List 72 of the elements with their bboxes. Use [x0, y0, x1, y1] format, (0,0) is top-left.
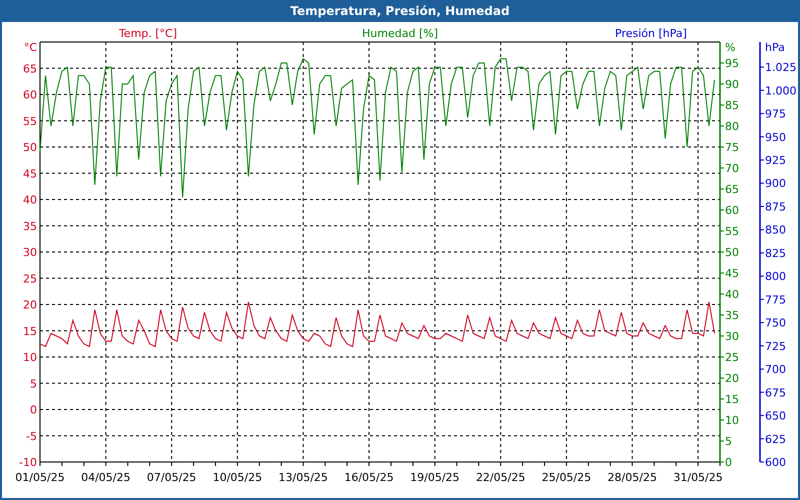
axis-label: 975	[765, 108, 786, 121]
axis-label: 1.000	[765, 84, 796, 98]
axis-label: 925	[765, 154, 786, 167]
axis-label: 75	[725, 141, 739, 154]
axis-label: 0	[725, 456, 732, 469]
axis-label: 600	[765, 456, 786, 469]
axis-label: 5	[30, 377, 37, 390]
axis-label: -5	[26, 430, 37, 443]
axis-title: Humedad [%]	[362, 27, 438, 40]
axis-label: 50	[725, 246, 739, 259]
axis-label: 55	[23, 114, 37, 128]
axis-label: 13/05/25	[278, 471, 328, 484]
axis-label: 16/05/25	[344, 471, 394, 484]
axis-label: 5	[725, 435, 732, 448]
axis-label: 35	[725, 309, 739, 322]
axis-label: -10	[19, 456, 37, 469]
axis-unit: %	[725, 41, 736, 54]
axis-label: 04/05/25	[81, 471, 130, 484]
axis-label: 80	[725, 120, 739, 133]
axis-label: 10/05/25	[212, 471, 262, 484]
window-title: Temperatura, Presión, Humedad	[2, 0, 798, 22]
axis-label: 90	[725, 78, 739, 91]
axis-label: 950	[765, 130, 786, 144]
axis-label: 65	[725, 183, 739, 196]
axis-label: 60	[725, 204, 739, 217]
axis-label: 55	[725, 225, 739, 238]
axis-label: 25	[23, 272, 37, 286]
axis-label: 20	[725, 372, 739, 385]
axis-label: 45	[725, 267, 739, 280]
axis-label: 850	[765, 224, 786, 237]
axis-label: 675	[765, 386, 786, 400]
axis-label: 750	[765, 316, 786, 330]
axis-label: 30	[725, 330, 739, 343]
axis-label: 60	[23, 88, 37, 102]
axis-label: 1.025	[765, 61, 796, 74]
axis-label: 700	[765, 363, 786, 376]
axis-label: 40	[725, 288, 739, 301]
axis-label: 20	[23, 298, 37, 312]
axis-label: 19/05/25	[410, 471, 460, 484]
axis-label: 0	[30, 404, 37, 416]
axis-label: 15	[23, 324, 37, 338]
axis-label: 28/05/25	[608, 471, 657, 484]
axis-label: 10	[23, 351, 37, 364]
axis-label: 25/05/25	[542, 471, 592, 484]
axis-label: 800	[765, 270, 786, 284]
axis-label: 22/05/25	[476, 471, 526, 484]
axis-label: 65	[23, 62, 37, 76]
axis-label: 95	[725, 57, 739, 70]
axis-label: 30	[23, 246, 37, 259]
axis-label: 31/05/25	[673, 471, 723, 484]
axis-label: 50	[23, 141, 37, 154]
axis-label: 900	[765, 177, 786, 190]
axis-label: 725	[765, 340, 786, 353]
axis-label: 650	[765, 410, 786, 423]
axis-label: 45	[23, 167, 37, 180]
axis-label: 775	[765, 293, 786, 306]
axis-label: 85	[725, 99, 739, 112]
axis-label: 40	[23, 194, 37, 206]
axis-title: Temp. [°C]	[118, 27, 178, 40]
axis-title: Presión [hPa]	[615, 27, 687, 40]
axis-label: 825	[765, 246, 786, 260]
axis-label: 15	[725, 393, 739, 406]
axis-unit: hPa	[765, 41, 785, 54]
axis-label: 875	[765, 200, 786, 214]
axis-label: 625	[765, 432, 786, 446]
axis-label: 07/05/25	[146, 471, 196, 484]
axis-label: 10	[725, 414, 739, 427]
axis-label: 35	[23, 220, 37, 233]
axis-label: 01/05/25	[15, 471, 65, 484]
axis-label: 25	[725, 351, 739, 364]
axis-label: 70	[725, 162, 739, 175]
axis-unit: °C	[24, 41, 37, 54]
